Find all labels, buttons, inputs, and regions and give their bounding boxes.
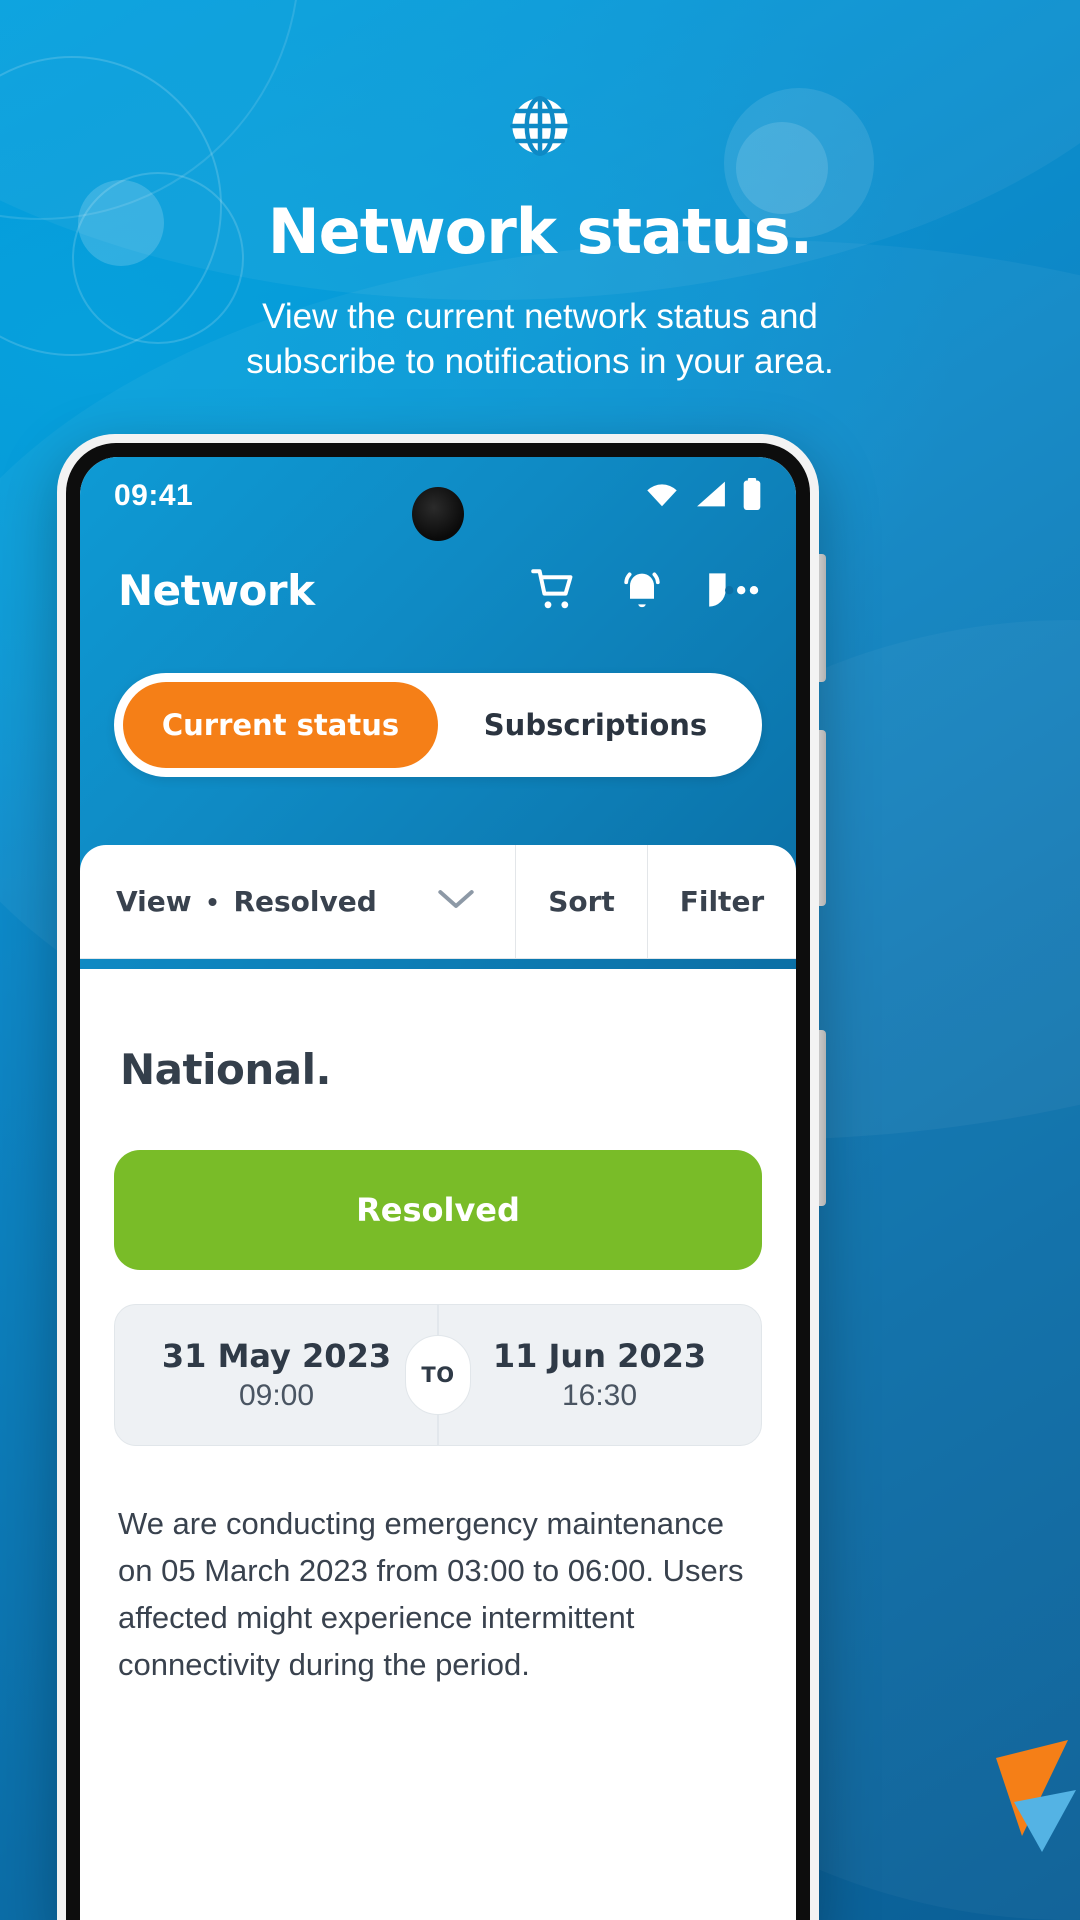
status-bar-icons (644, 477, 762, 515)
view-label: View (116, 885, 192, 918)
phone-screen: 09:41 Network Current status Subscriptio… (80, 457, 796, 1920)
page-subtitle-line1: View the current network status and (262, 297, 818, 336)
sort-label: Sort (548, 885, 615, 918)
page-subtitle: View the current network status and subs… (0, 295, 1080, 385)
filter-label: Filter (679, 885, 765, 918)
globe-icon (504, 90, 576, 167)
view-separator: • (207, 885, 218, 917)
view-value: Resolved (233, 885, 377, 918)
date-range: 31 May 2023 09:00 TO 11 Jun 2023 16:30 (114, 1304, 762, 1446)
tab-switcher: Current status Subscriptions (114, 673, 762, 777)
chat-icon[interactable] (706, 569, 762, 611)
view-dropdown[interactable]: View • Resolved (80, 845, 516, 958)
front-camera-punchhole (412, 487, 464, 541)
status-content: National. Resolved 31 May 2023 09:00 TO … (80, 969, 796, 1689)
app-bar-actions (530, 566, 762, 614)
tab-subscriptions[interactable]: Subscriptions (438, 682, 753, 768)
section-title: National. (120, 1045, 331, 1094)
globe-icon-wrap (0, 90, 1080, 167)
app-header-area: 09:41 Network Current status Subscriptio… (80, 457, 796, 969)
phone-bezel: 09:41 Network Current status Subscriptio… (66, 443, 810, 1920)
chevron-down-icon[interactable] (435, 886, 477, 917)
end-time: 16:30 (561, 1379, 638, 1412)
phone-volume-button[interactable] (819, 554, 826, 682)
page-subtitle-line2: subscribe to notifications in your area. (246, 341, 834, 381)
status-bar: 09:41 (80, 457, 796, 541)
start-date: 31 May 2023 (161, 1337, 392, 1375)
status-bar-clock: 09:41 (114, 479, 194, 512)
app-bar: Network (80, 535, 796, 645)
date-range-start: 31 May 2023 09:00 (115, 1305, 438, 1445)
tab-current-status[interactable]: Current status (123, 682, 438, 768)
view-dropdown-labels: View • Resolved (116, 885, 377, 918)
phone-power-button[interactable] (819, 730, 826, 906)
bell-icon[interactable] (618, 566, 666, 614)
filter-bar: View • Resolved Sort Filter (80, 845, 796, 959)
status-badge-label: Resolved (356, 1191, 520, 1229)
page-title: Network status. (267, 195, 813, 268)
app-bar-title: Network (118, 565, 315, 615)
phone-extra-button[interactable] (819, 1030, 826, 1206)
status-description: We are conducting emergency maintenance … (118, 1506, 744, 1683)
end-date: 11 Jun 2023 (492, 1337, 707, 1375)
hero-section: Network status. View the current network… (0, 0, 1080, 385)
sort-button[interactable]: Sort (516, 845, 648, 958)
cart-icon[interactable] (530, 566, 578, 614)
filter-button[interactable]: Filter (648, 845, 796, 958)
wifi-icon (644, 480, 680, 513)
date-range-separator: TO (405, 1335, 471, 1415)
signal-icon (694, 480, 728, 513)
battery-icon (742, 477, 762, 515)
start-time: 09:00 (238, 1379, 315, 1412)
date-range-end: 11 Jun 2023 16:30 (438, 1305, 761, 1445)
status-badge[interactable]: Resolved (114, 1150, 762, 1270)
phone-mockup: 09:41 Network Current status Subscriptio… (57, 434, 819, 1920)
brand-logo (972, 1718, 1080, 1868)
